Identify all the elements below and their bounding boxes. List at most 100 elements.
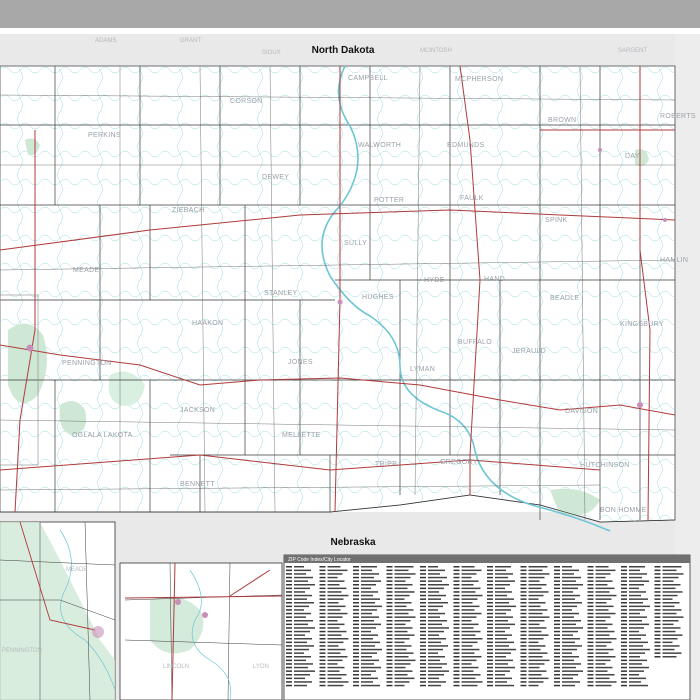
index-entry-zip — [487, 656, 493, 658]
index-entry-city — [394, 612, 409, 615]
index-entry-city — [595, 594, 617, 597]
index-entry-city — [629, 634, 646, 636]
index-entry-zip — [520, 659, 527, 662]
index-entry-city — [294, 623, 308, 626]
index-entry-zip — [587, 674, 594, 676]
index-entry-city — [629, 605, 650, 608]
index-entry-city — [327, 616, 343, 618]
index-entry-zip — [554, 630, 560, 633]
index-entry-zip — [487, 598, 493, 600]
index-entry-zip — [386, 623, 393, 626]
index-entry-zip — [487, 594, 493, 597]
index-entry-zip — [420, 641, 426, 644]
index-entry-zip — [520, 591, 527, 593]
index-entry-zip — [453, 641, 460, 644]
index-entry-zip — [487, 612, 493, 615]
index-entry-city — [662, 591, 683, 593]
index-entry-zip — [487, 616, 493, 618]
index-entry-zip — [420, 634, 426, 636]
index-entry-zip — [319, 648, 326, 651]
index-entry-zip — [286, 594, 292, 597]
index-entry-zip — [286, 659, 292, 662]
index-entry-zip — [319, 594, 326, 597]
index-entry-city — [361, 598, 380, 600]
index-entry-city — [528, 656, 543, 658]
index-entry-city — [361, 663, 374, 665]
index-entry-zip — [520, 602, 527, 604]
index-entry-city — [595, 609, 609, 611]
index-entry-city — [294, 580, 308, 582]
index-entry-zip — [587, 566, 594, 568]
index-entry-zip — [286, 634, 292, 636]
index-entry-city — [327, 681, 349, 683]
index-entry-city — [595, 634, 610, 636]
state-label-north: North Dakota — [312, 45, 375, 56]
index-entry-zip — [654, 594, 661, 597]
index-entry-zip — [386, 677, 393, 680]
index-entry-zip — [621, 612, 627, 615]
index-entry-city — [562, 659, 574, 662]
index-entry-zip — [286, 648, 292, 651]
index-entry-zip — [386, 684, 393, 687]
index-entry-zip — [420, 684, 426, 687]
index-entry-zip — [420, 569, 426, 572]
index-entry-city — [528, 652, 548, 654]
county-label: HUTCHINSON — [580, 462, 630, 469]
index-entry-city — [428, 656, 445, 658]
index-entry-city — [562, 612, 579, 615]
index-entry-city — [528, 584, 547, 586]
index-entry-city — [361, 587, 371, 590]
index-entry-city — [361, 645, 375, 647]
index-entry-zip — [487, 684, 493, 687]
county-label: OGLALA LAKOTA — [72, 432, 133, 439]
index-entry-zip — [554, 594, 560, 597]
index-entry-zip — [621, 641, 627, 644]
index-entry-zip — [587, 594, 594, 597]
index-entry-city — [428, 620, 447, 622]
index-entry-city — [394, 659, 416, 662]
index-entry-zip — [587, 659, 594, 662]
index-entry-zip — [554, 656, 560, 658]
index-entry-zip — [453, 659, 460, 662]
index-entry-city — [327, 569, 348, 572]
county-label: ADAMS — [95, 38, 116, 44]
index-entry-zip — [353, 594, 359, 597]
index-entry-zip — [621, 663, 627, 665]
index-entry-city — [428, 627, 449, 629]
index-entry-zip — [587, 677, 594, 680]
index-entry-city — [662, 638, 678, 640]
index-entry-city — [528, 645, 546, 647]
index-entry-zip — [654, 573, 661, 575]
index-entry-zip — [520, 674, 527, 676]
index-entry-zip — [654, 630, 661, 633]
index-entry-city — [629, 587, 639, 590]
index-entry-zip — [386, 634, 393, 636]
index-entry-city — [528, 666, 540, 669]
index-entry-city — [461, 598, 478, 600]
index-entry-city — [394, 584, 413, 586]
index-entry-zip — [621, 670, 627, 672]
index-entry-city — [629, 663, 642, 665]
map-view[interactable]: North Dakota Nebraska ADAMS GRANT SIOUX … — [0, 0, 700, 700]
index-entry-city — [327, 645, 339, 647]
index-entry-zip — [286, 620, 292, 622]
index-entry-zip — [621, 598, 627, 600]
index-entry-zip — [353, 677, 359, 680]
index-entry-zip — [353, 681, 359, 683]
index-entry-city — [562, 634, 573, 636]
county-label: PERKINS — [88, 132, 121, 139]
index-entry-zip — [386, 566, 393, 568]
index-entry-zip — [554, 627, 560, 629]
index-entry-zip — [587, 681, 594, 683]
index-entry-city — [294, 645, 314, 647]
index-entry-zip — [654, 609, 661, 611]
index-entry-city — [629, 627, 644, 629]
index-entry-city — [294, 681, 312, 683]
index-entry-city — [428, 641, 441, 644]
index-entry-zip — [453, 648, 460, 651]
index-entry-city — [327, 641, 344, 644]
index-entry-city — [662, 602, 680, 604]
index-entry-city — [595, 602, 607, 604]
index-entry-zip — [520, 681, 527, 683]
index-entry-city — [394, 620, 411, 622]
